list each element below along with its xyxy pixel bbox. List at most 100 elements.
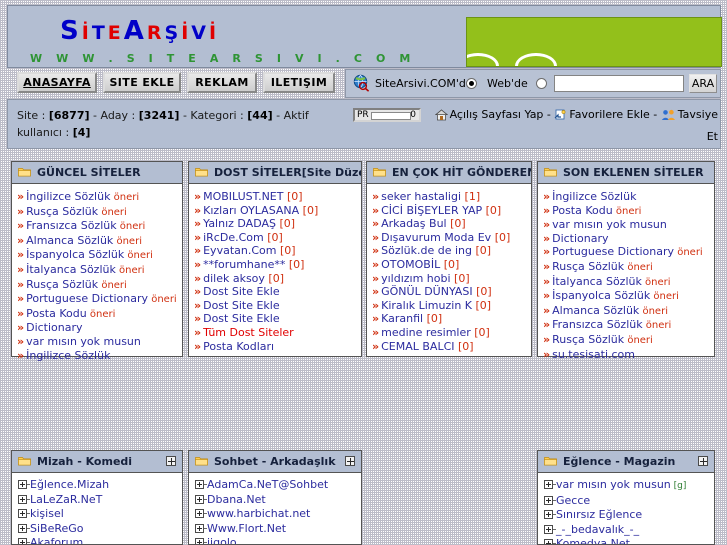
panel-list-item[interactable]: » Karanfil [0] bbox=[372, 312, 527, 326]
panel-list-item[interactable]: » yıldızım hobi [0] bbox=[372, 272, 527, 286]
search-scope-site-radio[interactable] bbox=[466, 78, 477, 89]
category-list-item[interactable]: Dbana.Net bbox=[194, 493, 357, 508]
panel-list-item[interactable]: » CEMAL BALCI [0] bbox=[372, 340, 527, 354]
expand-node-icon[interactable] bbox=[17, 523, 30, 533]
panel-list-item[interactable]: » Posta Kodu öneri bbox=[543, 204, 710, 219]
panel-list-item[interactable]: » İspanyolca Sözlük öneri bbox=[543, 289, 710, 304]
panel-list-item[interactable]: » Dost Site Ekle bbox=[194, 285, 357, 299]
expand-node-icon[interactable] bbox=[17, 494, 30, 504]
quicklink-homepage-label[interactable]: Açılış Sayfası Yap bbox=[450, 108, 544, 121]
panel-list-item[interactable]: » Arkadaş Bul [0] bbox=[372, 217, 527, 231]
panel-list-item[interactable]: » GÖNÜL DÜNYASI [0] bbox=[372, 285, 527, 299]
panel-list-item[interactable]: » Almanca Sözlük öneri bbox=[543, 304, 710, 319]
bullet-icon: » bbox=[372, 285, 380, 299]
expand-node-icon[interactable] bbox=[17, 538, 30, 544]
panel-list-item[interactable]: » Rusça Sözlük öneri bbox=[17, 205, 178, 220]
bullet-icon: » bbox=[194, 257, 202, 271]
bullet-icon: » bbox=[194, 298, 202, 312]
expand-node-icon[interactable] bbox=[543, 495, 556, 505]
category-list-item[interactable]: Www.Flort.Net bbox=[194, 522, 357, 537]
panel-list-item[interactable]: » İngilizce Sözlük bbox=[17, 349, 178, 363]
panel-list-item[interactable]: » Kızları OYLASANA [0] bbox=[194, 204, 357, 218]
panel-list-item[interactable]: » OTOMOBİL [0] bbox=[372, 258, 527, 272]
panel-list-item[interactable]: » Portuguese Dictionary öneri bbox=[17, 292, 178, 307]
expand-node-icon[interactable] bbox=[543, 510, 556, 519]
panel-list-item[interactable]: » var mısın yok musun bbox=[17, 335, 178, 349]
panel-list-item[interactable]: » Tüm Dost Siteler bbox=[194, 326, 357, 340]
panel-list-item[interactable]: » medine resimler [0] bbox=[372, 326, 527, 340]
category-eglence-magazin: Eğlence - Magazin var mısın yok musun [g… bbox=[537, 450, 715, 545]
nav-tab-reklam[interactable]: REKLAM bbox=[187, 72, 257, 93]
search-scope-web-radio[interactable] bbox=[536, 78, 547, 89]
panel-list-item[interactable]: » Fransızca Sözlük öneri bbox=[543, 318, 710, 333]
expand-node-icon[interactable] bbox=[194, 494, 207, 504]
category-list-item[interactable]: kişisel bbox=[17, 507, 178, 522]
panel-list-item[interactable]: » var mısın yok musun bbox=[543, 218, 710, 232]
nav-tab-anasayfa[interactable]: ANASAYFA bbox=[17, 72, 97, 93]
stat-sep-3: - bbox=[276, 109, 281, 122]
panel-list-item[interactable]: » İngilizce Sözlük bbox=[543, 190, 710, 204]
category-list-item[interactable]: Sınırsız Eğlence bbox=[543, 508, 710, 523]
category-list-item[interactable]: Komedya.Net bbox=[543, 537, 710, 544]
panel-list-item[interactable]: » seker hastaligi [1] bbox=[372, 190, 527, 204]
quicklink-recommend-label[interactable]: Tavsiye Et bbox=[678, 108, 718, 143]
panel-list-item[interactable]: » su.tesisati.com bbox=[543, 348, 710, 362]
expand-plus-icon[interactable] bbox=[345, 456, 355, 466]
category-list-item[interactable]: SiBeReGo bbox=[17, 522, 178, 537]
panel-list-item[interactable]: » Rusça Sözlük öneri bbox=[543, 260, 710, 275]
search-input[interactable] bbox=[554, 75, 684, 92]
panel-list-item[interactable]: » Dost Site Ekle bbox=[194, 312, 357, 326]
expand-node-icon[interactable] bbox=[194, 523, 207, 533]
panel-list-item[interactable]: » Dost Site Ekle bbox=[194, 299, 357, 313]
category-list-item[interactable]: AdamCa.NeT@Sohbet bbox=[194, 478, 357, 493]
panel-list-item[interactable]: » iRcDe.Com [0] bbox=[194, 231, 357, 245]
expand-node-icon[interactable] bbox=[17, 509, 30, 518]
panel-list-item[interactable]: » **forumhane** [0] bbox=[194, 258, 357, 272]
expand-node-icon[interactable] bbox=[17, 480, 30, 489]
panel-list-item[interactable]: » Yalnız DADAŞ [0] bbox=[194, 217, 357, 231]
site-logo[interactable]: SİTEARŞİVİ bbox=[60, 16, 219, 46]
panel-item-label: Dost Site Ekle bbox=[203, 285, 280, 299]
panel-list-item[interactable]: » Kiralık Limuzin K [0] bbox=[372, 299, 527, 313]
nav-tab-site-ekle[interactable]: SITE EKLE bbox=[103, 72, 181, 93]
header-banner-ad[interactable] bbox=[466, 17, 722, 67]
search-submit-button[interactable]: ARA bbox=[689, 74, 717, 93]
panel-list-item[interactable]: » CİCİ BİŞEYLER YAP [0] bbox=[372, 204, 527, 218]
panel-list-item[interactable]: » Fransızca Sözlük öneri bbox=[17, 219, 178, 234]
panel-list-item[interactable]: » Dictionary bbox=[543, 232, 710, 246]
panel-list-item[interactable]: » İspanyolca Sözlük öneri bbox=[17, 248, 178, 263]
panel-list-item[interactable]: » Dictionary bbox=[17, 321, 178, 335]
quicklink-favorites-label[interactable]: Favorilere Ekle bbox=[569, 108, 649, 121]
expand-plus-icon[interactable] bbox=[166, 456, 176, 466]
panel-list-item[interactable]: » Posta Kodları bbox=[194, 340, 357, 354]
panel-list-item[interactable]: » Rusça Sözlük öneri bbox=[543, 333, 710, 348]
expand-node-icon[interactable] bbox=[194, 509, 207, 518]
panel-list-item[interactable]: » Portuguese Dictionary öneri bbox=[543, 245, 710, 260]
category-list-item[interactable]: www.harbichat.net bbox=[194, 507, 357, 522]
nav-tab-iletisim[interactable]: ILETIŞIM bbox=[263, 72, 335, 93]
panel-list-item[interactable]: » İtalyanca Sözlük öneri bbox=[17, 263, 178, 278]
category-list-item[interactable]: jigolo bbox=[194, 536, 357, 544]
expand-node-icon[interactable] bbox=[194, 480, 207, 489]
category-list-item[interactable]: LaLeZaR.NeT bbox=[17, 493, 178, 508]
panel-list-item[interactable]: » İtalyanca Sözlük öneri bbox=[543, 275, 710, 290]
expand-plus-icon[interactable] bbox=[698, 456, 708, 466]
panel-list-item[interactable]: » Dışavurum Moda Ev [0] bbox=[372, 231, 527, 245]
category-list-item[interactable]: _-_bedavalık_-_ bbox=[543, 523, 710, 538]
expand-node-icon[interactable] bbox=[543, 539, 556, 544]
panel-list-item[interactable]: » dilek aksoy [0] bbox=[194, 272, 357, 286]
panel-list-item[interactable]: » Eyvatan.Com [0] bbox=[194, 244, 357, 258]
panel-list-item[interactable]: » Sözlük.de de ing [0] bbox=[372, 244, 527, 258]
expand-node-icon[interactable] bbox=[194, 538, 207, 544]
panel-list-item[interactable]: » MOBILUST.NET [0] bbox=[194, 190, 357, 204]
expand-node-icon[interactable] bbox=[543, 480, 556, 489]
category-list-item[interactable]: Gecce bbox=[543, 494, 710, 509]
category-list-item[interactable]: var mısın yok musun [g] bbox=[543, 478, 710, 494]
category-list-item[interactable]: Eğlence.Mizah bbox=[17, 478, 178, 493]
expand-node-icon[interactable] bbox=[543, 524, 556, 534]
panel-list-item[interactable]: » Posta Kodu öneri bbox=[17, 307, 178, 322]
panel-list-item[interactable]: » Almanca Sözlük öneri bbox=[17, 234, 178, 249]
panel-list-item[interactable]: » İngilizce Sözlük öneri bbox=[17, 190, 178, 205]
panel-list-item[interactable]: » Rusça Sözlük öneri bbox=[17, 278, 178, 293]
category-list-item[interactable]: Akaforum bbox=[17, 536, 178, 544]
